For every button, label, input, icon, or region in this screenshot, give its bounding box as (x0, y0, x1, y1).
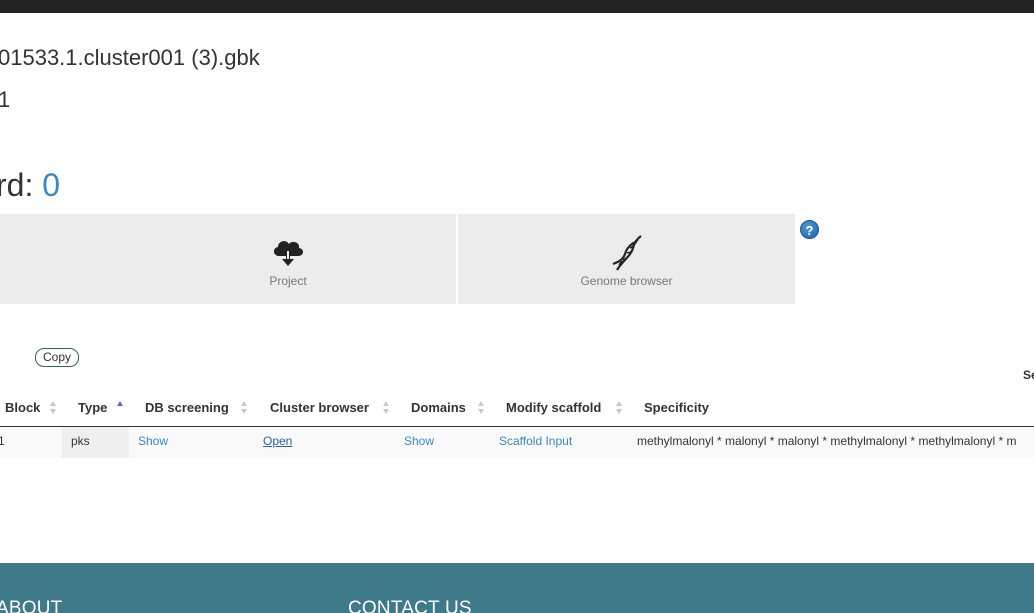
sort-ascending-icon (117, 401, 124, 415)
footer-about-heading: ABOUT (0, 598, 63, 613)
domains-show-link[interactable]: Show (404, 427, 434, 456)
column-header-cluster-browser[interactable]: Cluster browser (270, 393, 369, 427)
genome-browser-label: Genome browser (580, 274, 673, 288)
footer: ABOUT CONTACT US (0, 563, 1034, 613)
column-header-domains[interactable]: Domains (411, 393, 466, 427)
dna-icon (609, 234, 645, 277)
sort-icon (478, 401, 485, 415)
help-icon[interactable]: ? (800, 220, 819, 239)
column-header-type[interactable]: Type (78, 393, 107, 427)
record-label: rd: (0, 167, 43, 203)
top-navbar (0, 0, 1034, 13)
table-row: 1 pks Show Open Show Scaffold Input meth… (0, 427, 1034, 458)
sort-icon (383, 401, 390, 415)
project-label: Project (269, 274, 307, 288)
cluster-number: 1 (0, 87, 11, 112)
sort-icon (241, 401, 248, 415)
column-header-specificity[interactable]: Specificity (644, 393, 709, 427)
sort-icon (616, 401, 623, 415)
cell-type: pks (71, 434, 90, 448)
page-title-filename: 01533.1.cluster001 (3).gbk (0, 45, 260, 70)
copy-button[interactable]: Copy (35, 348, 80, 367)
scaffold-input-link[interactable]: Scaffold Input (499, 427, 572, 456)
cell-block: 1 (0, 434, 5, 448)
project-download-button[interactable]: Project (120, 214, 456, 304)
column-header-db-screening[interactable]: DB screening (145, 393, 229, 427)
cluster-browser-open-link[interactable]: Open (263, 427, 292, 456)
record-count: 0 (42, 167, 61, 203)
db-screening-show-link[interactable]: Show (138, 427, 168, 456)
search-label: Se (1023, 368, 1034, 382)
sort-icon (50, 401, 57, 415)
column-header-block[interactable]: Block (5, 393, 40, 427)
cell-specificity: methylmalonyl * malonyl * malonyl * meth… (637, 434, 1017, 448)
column-header-modify-scaffold[interactable]: Modify scaffold (506, 393, 601, 427)
footer-contact-heading: CONTACT US (348, 598, 472, 613)
record-heading: rd: 0 (0, 167, 60, 204)
cloud-download-icon (270, 234, 306, 275)
table-header: Block Type DB screening Cluster browser … (0, 393, 1034, 427)
genome-browser-button[interactable]: Genome browser (458, 214, 795, 304)
